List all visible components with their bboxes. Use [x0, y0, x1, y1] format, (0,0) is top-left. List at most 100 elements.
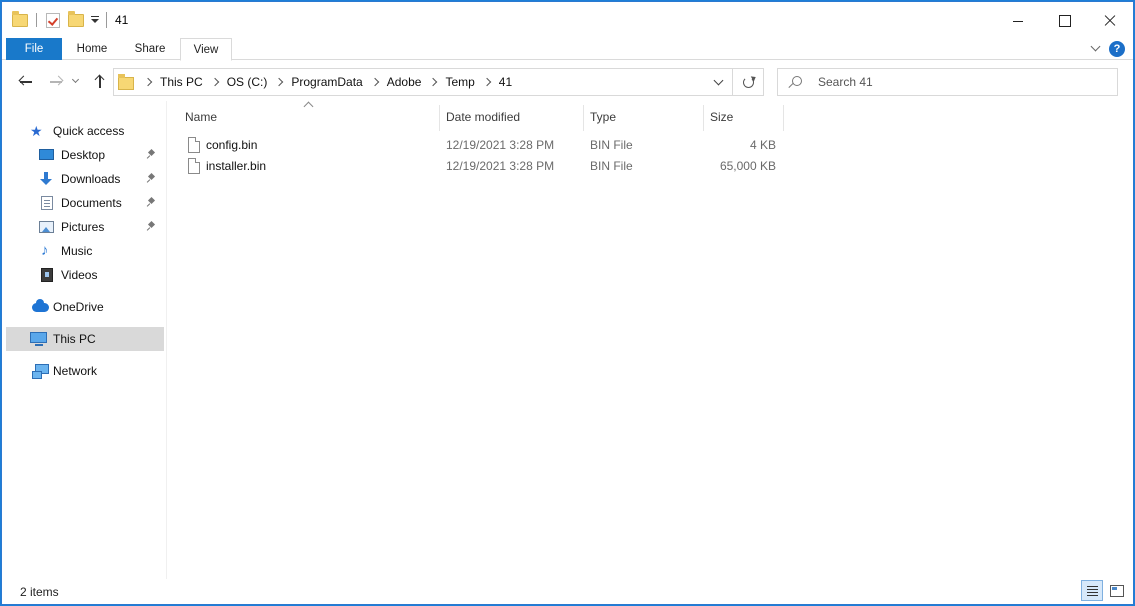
column-header-name[interactable]: Name [179, 105, 440, 131]
search-box[interactable] [777, 68, 1118, 96]
breadcrumb-programdata[interactable]: ProgramData [287, 75, 368, 89]
window-title: 41 [115, 13, 129, 27]
maximize-icon[interactable] [1041, 2, 1087, 38]
pin-icon[interactable] [148, 198, 156, 208]
downloads-icon [39, 172, 54, 186]
properties-icon[interactable] [46, 12, 60, 28]
breadcrumb-this-pc[interactable]: This PC [156, 75, 209, 89]
nav-item-label: Pictures [61, 220, 105, 234]
file-row[interactable]: installer.bin 12/19/2021 3:28 PM BIN Fil… [179, 156, 784, 177]
nav-item-music[interactable]: ♪ Music [6, 239, 162, 263]
nav-item-label: This PC [53, 332, 96, 346]
tab-view[interactable]: View [180, 38, 232, 61]
status-bar: 2 items [2, 579, 1133, 604]
search-icon [792, 76, 802, 86]
refresh-button[interactable] [733, 68, 764, 96]
file-list: Name Date modified Type Size config.bin … [167, 101, 1133, 577]
nav-item-videos[interactable]: Videos [6, 263, 162, 287]
nav-item-label: Quick access [53, 124, 125, 138]
column-header-date-modified[interactable]: Date modified [440, 105, 584, 131]
refresh-icon [743, 77, 754, 88]
nav-item-quick-access[interactable]: ★ Quick access [6, 119, 162, 143]
videos-icon [41, 268, 53, 282]
folder-icon [118, 73, 134, 90]
nav-item-onedrive[interactable]: OneDrive [6, 295, 162, 319]
breadcrumb-41[interactable]: 41 [495, 75, 518, 89]
nav-item-label: Music [61, 244, 93, 258]
breadcrumb-temp[interactable]: Temp [441, 75, 480, 89]
large-icons-view-icon[interactable] [1105, 580, 1127, 601]
tab-file[interactable]: File [6, 38, 62, 60]
address-bar[interactable]: This PC OS (C:) ProgramData Adobe Temp 4… [113, 68, 733, 96]
tab-share[interactable]: Share [120, 38, 180, 60]
close-icon[interactable] [1087, 2, 1133, 38]
up-arrow-icon[interactable] [90, 71, 110, 91]
breadcrumb-os-c[interactable]: OS (C:) [223, 75, 274, 89]
breadcrumb-adobe[interactable]: Adobe [383, 75, 428, 89]
file-date-modified: 12/19/2021 3:28 PM [446, 138, 555, 152]
explorer-window: 41 File Home Share View ? This PC OS (C:… [1, 1, 1134, 605]
folder-icon [12, 10, 28, 27]
file-type: BIN File [590, 159, 633, 173]
documents-icon [41, 196, 53, 210]
breadcrumb-chevron-icon[interactable] [209, 75, 223, 89]
nav-item-desktop[interactable]: Desktop [6, 143, 162, 167]
minimize-icon[interactable] [995, 2, 1041, 38]
recent-locations-chevron-icon[interactable] [70, 71, 84, 91]
expand-ribbon-chevron-icon[interactable] [1091, 43, 1101, 53]
address-history-dropdown-icon[interactable] [714, 77, 724, 87]
desktop-icon [39, 149, 54, 160]
title-bar: 41 [2, 2, 1133, 38]
pin-icon[interactable] [148, 222, 156, 232]
music-icon: ♪ [41, 242, 49, 259]
quick-access-toolbar: 41 [12, 10, 128, 30]
pictures-icon [39, 221, 54, 233]
onedrive-cloud-icon [32, 299, 49, 312]
navigation-bar: This PC OS (C:) ProgramData Adobe Temp 4… [2, 61, 1133, 101]
column-header-size[interactable]: Size [704, 105, 784, 131]
nav-item-label: OneDrive [53, 300, 104, 314]
pin-icon[interactable] [148, 150, 156, 160]
nav-item-label: Videos [61, 268, 98, 282]
file-size: 65,000 KB [719, 159, 776, 173]
new-folder-icon[interactable] [68, 10, 84, 27]
details-view-icon[interactable] [1081, 580, 1103, 601]
item-count: 2 items [20, 585, 59, 599]
file-date-modified: 12/19/2021 3:28 PM [446, 159, 555, 173]
file-row[interactable]: config.bin 12/19/2021 3:28 PM BIN File 4… [179, 135, 784, 156]
breadcrumb-chevron-icon[interactable] [369, 75, 383, 89]
navigation-pane: ★ Quick access Desktop Downloads Documen… [2, 101, 164, 577]
pin-icon[interactable] [148, 174, 156, 184]
search-input[interactable] [818, 69, 1108, 95]
file-size: 4 KB [749, 138, 776, 152]
file-type: BIN File [590, 138, 633, 152]
help-icon[interactable]: ? [1109, 41, 1125, 57]
forward-arrow-icon[interactable] [46, 71, 66, 91]
nav-item-network[interactable]: Network [6, 359, 162, 383]
computer-icon [30, 332, 47, 346]
star-icon: ★ [30, 123, 43, 139]
nav-item-pictures[interactable]: Pictures [6, 215, 162, 239]
customize-toolbar-dropdown-icon[interactable] [90, 15, 100, 25]
nav-item-downloads[interactable]: Downloads [6, 167, 162, 191]
column-header-type[interactable]: Type [584, 105, 704, 131]
file-icon [188, 137, 200, 153]
nav-item-label: Downloads [61, 172, 121, 186]
network-icon [32, 364, 49, 379]
file-name: config.bin [206, 138, 258, 152]
nav-item-documents[interactable]: Documents [6, 191, 162, 215]
back-arrow-icon[interactable] [16, 71, 36, 91]
toolbar-separator [36, 13, 37, 27]
breadcrumb-chevron-icon[interactable] [427, 75, 441, 89]
file-icon [188, 158, 200, 174]
nav-item-label: Desktop [61, 148, 106, 162]
breadcrumb-chevron-icon[interactable] [273, 75, 287, 89]
nav-item-this-pc[interactable]: This PC [6, 327, 164, 351]
breadcrumb-chevron-icon[interactable] [481, 75, 495, 89]
tab-home[interactable]: Home [64, 38, 120, 60]
file-name: installer.bin [206, 159, 267, 173]
nav-item-label: Documents [61, 196, 122, 210]
window-controls [995, 2, 1133, 38]
breadcrumb-chevron-icon[interactable] [142, 75, 156, 89]
ribbon-tabs: File Home Share View ? [2, 38, 1133, 61]
